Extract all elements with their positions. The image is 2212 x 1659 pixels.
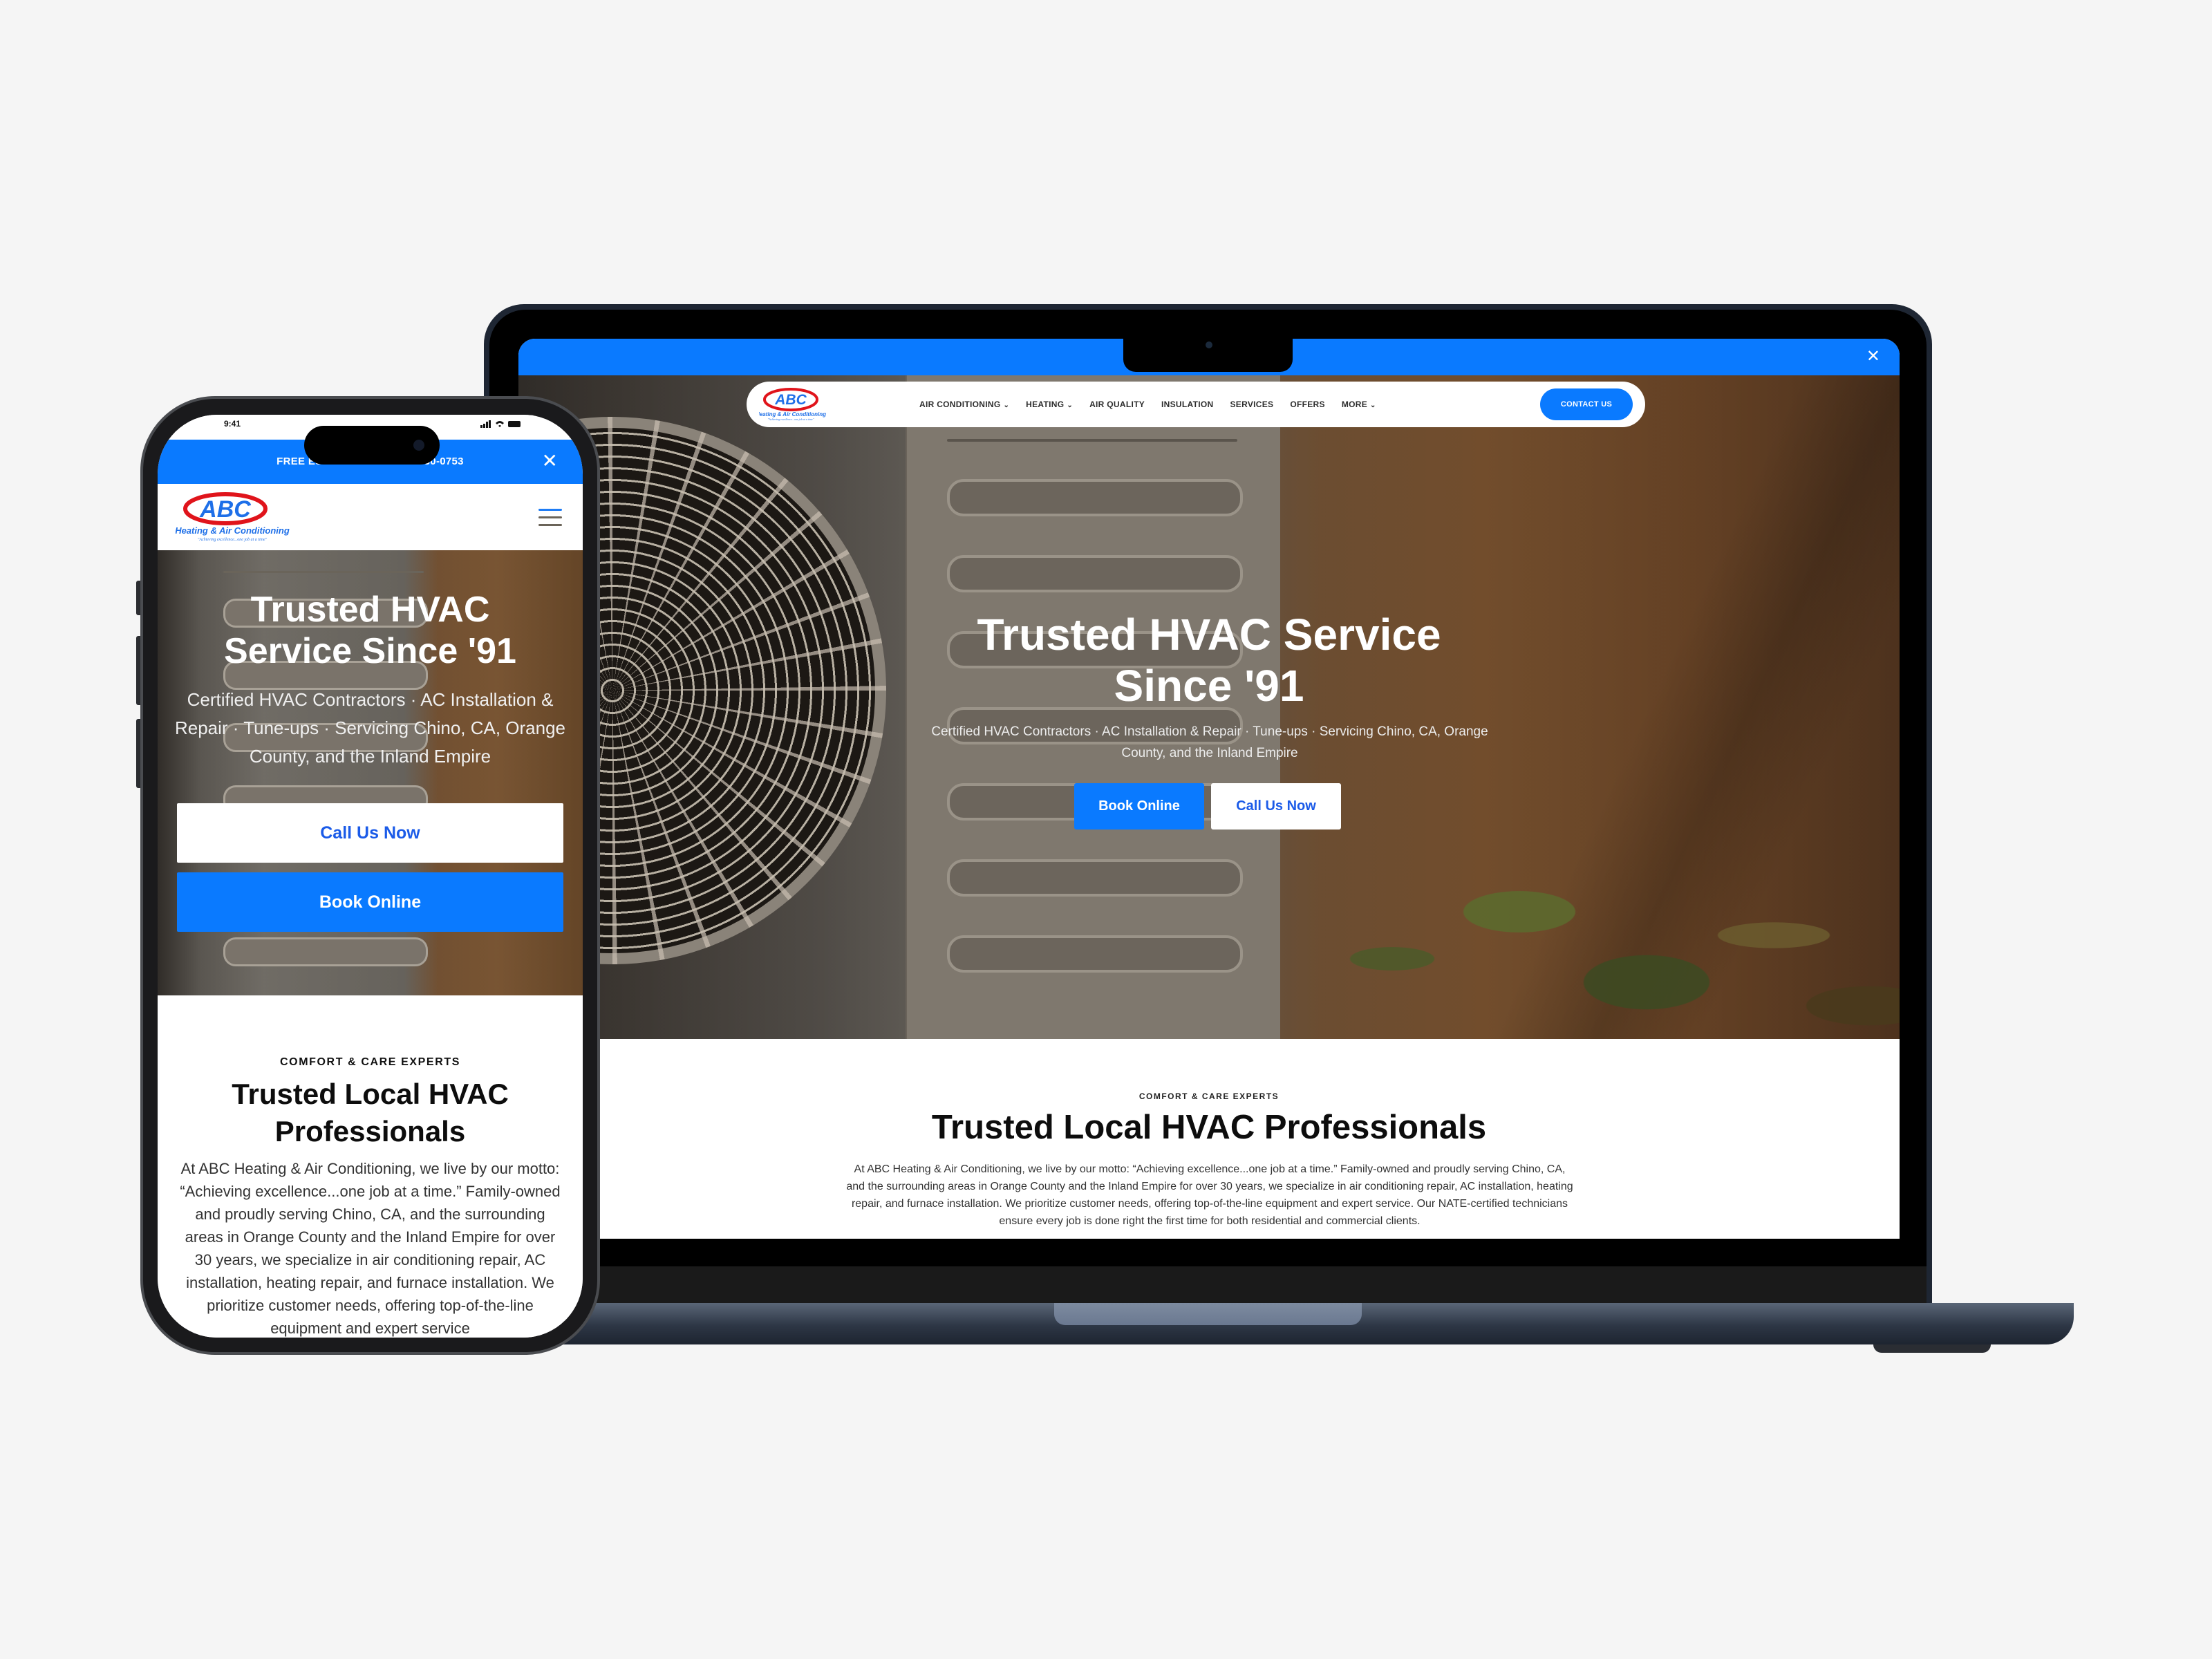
call-us-now-button[interactable]: Call Us Now — [177, 803, 563, 863]
ac-vent — [223, 571, 424, 573]
close-icon[interactable]: ✕ — [1866, 347, 1880, 366]
nav-item-services[interactable]: SERVICES — [1230, 400, 1273, 409]
nav-item-more[interactable]: MORE ⌄ — [1342, 400, 1376, 409]
hero-title: Trusted HVAC Service Since '91 — [518, 609, 1900, 711]
close-icon[interactable]: ✕ — [542, 451, 558, 471]
svg-text:Heating & Air Conditioning: Heating & Air Conditioning — [759, 411, 826, 418]
svg-text:"Achieving excellence...one jo: "Achieving excellence...one job at a tim… — [198, 538, 268, 542]
laptop-foot — [1873, 1344, 1991, 1353]
mobile-header: ABC Heating & Air Conditioning "Achievin… — [158, 484, 583, 550]
hero-title-line1: Trusted HVAC Service — [977, 610, 1441, 659]
about-body: At ABC Heating & Air Conditioning, we li… — [180, 1160, 561, 1337]
abc-logo[interactable]: ABC Heating & Air Conditioning "Achievin… — [759, 387, 835, 422]
nav-item-offers[interactable]: OFFERS — [1290, 400, 1324, 409]
ac-vent — [947, 859, 1243, 897]
ac-vent — [947, 555, 1243, 592]
svg-text:Heating & Air Conditioning: Heating & Air Conditioning — [176, 525, 290, 536]
chevron-down-icon: ⌄ — [1067, 402, 1074, 409]
about-eyebrow: COMFORT & CARE EXPERTS — [280, 1056, 460, 1068]
ac-vent — [947, 479, 1243, 516]
contact-us-button[interactable]: CONTACT US — [1540, 388, 1633, 420]
nav-item-air-conditioning[interactable]: AIR CONDITIONING ⌄ — [919, 400, 1009, 409]
book-online-button[interactable]: Book Online — [177, 872, 563, 932]
nav-item-label: HEATING — [1026, 400, 1065, 409]
hero-section: Trusted HVAC Service Since '91 Certified… — [518, 375, 1900, 1039]
status-indicators — [480, 419, 522, 431]
svg-text:ABC: ABC — [199, 496, 251, 523]
main-nav: ABC Heating & Air Conditioning "Achievin… — [747, 382, 1645, 427]
nav-item-label: AIR CONDITIONING — [919, 400, 1001, 409]
about-section: COMFORT & CARE EXPERTS Trusted Local HVA… — [518, 1039, 1900, 1239]
nav-item-label: INSULATION — [1161, 400, 1214, 409]
chevron-down-icon: ⌄ — [1370, 402, 1376, 409]
about-body: At ABC Heating & Air Conditioning, we li… — [846, 1163, 1573, 1227]
chevron-down-icon: ⌄ — [1003, 402, 1010, 409]
book-online-button[interactable]: Book Online — [1074, 783, 1204, 830]
status-time: 9:41 — [224, 419, 241, 429]
nav-item-heating[interactable]: HEATING ⌄ — [1026, 400, 1073, 409]
nav-item-label: MORE — [1341, 400, 1368, 409]
about-title: Trusted Local HVAC Professionals — [232, 1078, 509, 1147]
ac-vent — [947, 935, 1243, 973]
dynamic-island — [304, 426, 440, 465]
hero-subtitle: Certified HVAC Contractors · AC Installa… — [931, 724, 1488, 760]
camera-icon — [413, 440, 424, 451]
hero-section: Trusted HVAC Service Since '91 Certified… — [158, 550, 583, 995]
laptop-hinge-notch — [1054, 1303, 1362, 1325]
nav-menu: AIR CONDITIONING ⌄ HEATING ⌄ AIR QUALITY I… — [919, 382, 1393, 427]
nav-item-insulation[interactable]: INSULATION — [1161, 400, 1213, 409]
about-title: Trusted Local HVAC Professionals — [931, 1109, 1487, 1146]
laptop-chin — [489, 1266, 1927, 1303]
signal-wifi-battery-icon — [480, 420, 521, 428]
plants — [1265, 818, 1900, 1039]
about-eyebrow: COMFORT & CARE EXPERTS — [1138, 1091, 1280, 1101]
nav-item-label: OFFERS — [1290, 400, 1325, 409]
nav-item-label: SERVICES — [1230, 400, 1274, 409]
hamburger-menu-icon[interactable] — [538, 509, 562, 527]
nav-item-label: AIR QUALITY — [1089, 400, 1145, 409]
nav-item-air-quality[interactable]: AIR QUALITY — [1089, 400, 1145, 409]
abc-logo[interactable]: ABC Heating & Air Conditioning "Achievin… — [176, 489, 294, 545]
ac-vent — [223, 937, 428, 966]
hero-title-line2: Since '91 — [1114, 661, 1304, 711]
ac-vent — [947, 439, 1237, 442]
about-section: COMFORT & CARE EXPERTS Trusted Local HVA… — [158, 995, 583, 1338]
laptop-screen: FRE 753 ✕ Trusted HVAC Service Since '91… — [518, 339, 1900, 1239]
hero-subtitle: Certified HVAC Contractors · AC Installa… — [174, 689, 566, 767]
svg-text:"Achieving excellence...one jo: "Achieving excellence...one job at a tim… — [768, 418, 814, 421]
call-us-now-button[interactable]: Call Us Now — [1211, 783, 1341, 830]
hero-title: Trusted HVAC Service Since '91 — [224, 590, 516, 671]
camera-icon — [1206, 341, 1212, 348]
svg-text:ABC: ABC — [774, 392, 807, 408]
phone-screen: 9:41 FREE ESTIMATES 30-0753 ✕ ABC Heatin… — [158, 415, 583, 1338]
